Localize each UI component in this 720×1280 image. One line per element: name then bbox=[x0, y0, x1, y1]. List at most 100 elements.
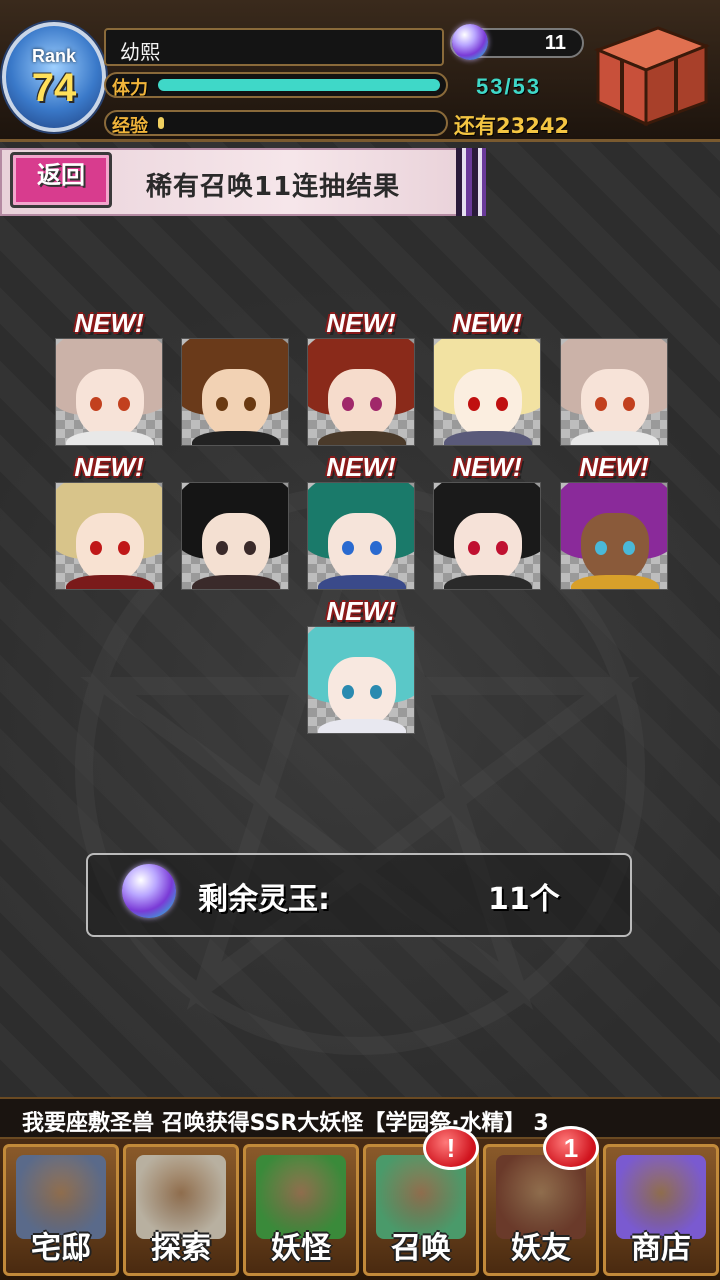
nav-label: 商店 bbox=[631, 1231, 691, 1266]
portrait-eye bbox=[595, 541, 607, 555]
portrait-eye bbox=[623, 541, 635, 555]
portrait-eye bbox=[468, 541, 480, 555]
result-card[interactable] bbox=[307, 626, 415, 734]
new-badge: NEW! bbox=[452, 308, 522, 338]
portrait-eye bbox=[90, 541, 102, 555]
nav-label: 召唤 bbox=[391, 1231, 451, 1266]
back-button[interactable]: 返回 bbox=[10, 152, 112, 208]
result-card[interactable] bbox=[560, 338, 668, 446]
nav-label: 妖友 bbox=[511, 1231, 571, 1266]
nav-explore[interactable]: 探索 bbox=[123, 1144, 239, 1276]
portrait-face bbox=[202, 369, 270, 439]
nav-label: 宅邸 bbox=[31, 1231, 91, 1266]
portrait-eye bbox=[496, 397, 508, 411]
rank-badge[interactable]: Rank 74 bbox=[2, 22, 106, 132]
stamina-bar: 体力 bbox=[104, 72, 448, 98]
portrait-face bbox=[328, 513, 396, 583]
nav-home[interactable]: 宅邸 bbox=[3, 1144, 119, 1276]
news-ticker: 我要座敷圣兽 召唤获得SSR大妖怪【学园祭·水精】 3 bbox=[0, 1097, 720, 1139]
portrait-body bbox=[192, 431, 280, 445]
portrait-eye bbox=[90, 397, 102, 411]
nav-label: 妖怪 bbox=[271, 1231, 331, 1266]
exp-label: 经验 bbox=[112, 116, 148, 136]
title-banner-end bbox=[456, 148, 486, 216]
remaining-value: 11个 bbox=[488, 882, 560, 917]
portrait-eye bbox=[496, 541, 508, 555]
portrait-eye bbox=[370, 685, 382, 699]
portrait-eye bbox=[244, 541, 256, 555]
portrait-eye bbox=[370, 397, 382, 411]
rank-label: Rank bbox=[31, 46, 76, 66]
portrait-eye bbox=[118, 541, 130, 555]
spirit-jade-icon bbox=[452, 24, 488, 60]
back-button-label: 返回 bbox=[37, 161, 85, 189]
result-card[interactable] bbox=[307, 482, 415, 590]
portrait-body bbox=[444, 431, 532, 445]
result-card[interactable] bbox=[181, 482, 289, 590]
new-badge: NEW! bbox=[326, 452, 396, 482]
result-card[interactable] bbox=[55, 482, 163, 590]
portrait-body bbox=[318, 431, 406, 445]
portrait-face bbox=[581, 369, 649, 439]
portrait-body bbox=[444, 575, 532, 589]
portrait-face bbox=[454, 513, 522, 583]
portrait-eye bbox=[244, 397, 256, 411]
portrait-face bbox=[76, 369, 144, 439]
portrait-body bbox=[66, 431, 154, 445]
result-card[interactable] bbox=[181, 338, 289, 446]
new-badge: NEW! bbox=[452, 452, 522, 482]
rank-value: 74 bbox=[31, 66, 77, 110]
stamina-fill bbox=[158, 79, 440, 91]
new-badge: NEW! bbox=[579, 452, 649, 482]
page-title: 稀有召唤11连抽结果 bbox=[146, 172, 401, 202]
screen: Rank 74 幼熙 体力 经验 11 53/53 还有23242 返回 稀有召… bbox=[0, 0, 720, 1280]
stamina-label: 体力 bbox=[112, 78, 148, 98]
portrait-eye bbox=[216, 397, 228, 411]
portrait-eye bbox=[342, 397, 354, 411]
gem-count: 11 bbox=[544, 32, 566, 54]
portrait-eye bbox=[342, 685, 354, 699]
stamina-value: 53/53 bbox=[476, 74, 542, 99]
portrait-body bbox=[571, 431, 659, 445]
player-name-box: 幼熙 bbox=[104, 28, 444, 66]
exp-remaining: 还有23242 bbox=[454, 114, 570, 138]
nav-yokai[interactable]: 妖怪 bbox=[243, 1144, 359, 1276]
result-card[interactable] bbox=[433, 482, 541, 590]
portrait-body bbox=[66, 575, 154, 589]
portrait-face bbox=[328, 369, 396, 439]
portrait-body bbox=[318, 575, 406, 589]
portrait-eye bbox=[342, 541, 354, 555]
new-badge: NEW! bbox=[326, 308, 396, 338]
result-card[interactable] bbox=[560, 482, 668, 590]
portrait-body bbox=[318, 719, 406, 733]
portrait-eye bbox=[468, 397, 480, 411]
notification-badge: ! bbox=[423, 1126, 479, 1170]
portrait-body bbox=[571, 575, 659, 589]
new-badge: NEW! bbox=[74, 308, 144, 338]
portrait-eye bbox=[595, 397, 607, 411]
exp-bar: 经验 bbox=[104, 110, 448, 136]
portrait-face bbox=[76, 513, 144, 583]
new-badge: NEW! bbox=[74, 452, 144, 482]
nav-shop[interactable]: 商店 bbox=[603, 1144, 719, 1276]
notification-badge: 1 bbox=[543, 1126, 599, 1170]
portrait-eye bbox=[216, 541, 228, 555]
portrait-face bbox=[454, 369, 522, 439]
portrait-face bbox=[202, 513, 270, 583]
result-card[interactable] bbox=[55, 338, 163, 446]
portrait-body bbox=[192, 575, 280, 589]
result-card[interactable] bbox=[433, 338, 541, 446]
portrait-eye bbox=[623, 397, 635, 411]
nav-label: 探索 bbox=[151, 1231, 211, 1266]
portrait-face bbox=[581, 513, 649, 583]
portrait-eye bbox=[370, 541, 382, 555]
portrait-face bbox=[328, 657, 396, 727]
new-badge: NEW! bbox=[326, 596, 396, 626]
spirit-jade-icon bbox=[122, 864, 176, 918]
result-card[interactable] bbox=[307, 338, 415, 446]
treasure-chest-icon[interactable] bbox=[588, 20, 712, 130]
player-name: 幼熙 bbox=[120, 40, 160, 64]
portrait-eye bbox=[118, 397, 130, 411]
remaining-label: 剩余灵玉: bbox=[198, 882, 330, 917]
exp-fill bbox=[158, 117, 164, 129]
